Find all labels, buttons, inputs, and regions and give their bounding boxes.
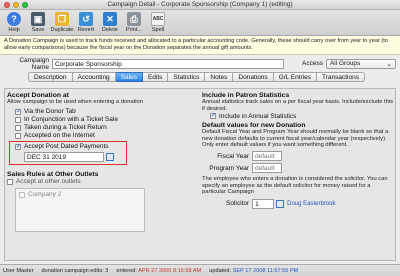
tab-accounting[interactable]: Accounting [72,72,116,82]
status-edits: donation campaign edits: 3 [41,267,109,274]
checkmark-icon: ✓ [15,108,22,115]
accept-donation-heading: Accept Donation at [7,92,69,99]
fiscal-year-label: Fiscal Year [217,152,249,160]
outlet-list: Company 2 [15,187,145,232]
via-donor-tab-checkbox[interactable]: ✓ Via the Donor Tab [15,108,155,116]
duplicate-icon: ❐ [55,12,69,26]
checkmark-icon: ✓ [15,143,22,150]
solicitor-name-link[interactable]: Doug Easterbrook [287,201,335,207]
sales-rules-heading: Sales Rules at Other Outlets [7,170,99,178]
sales-panel: Accept Donation at Allow campaign to be … [4,88,396,261]
printer-icon: ⎙ [127,12,141,26]
tab-notes[interactable]: Notes [205,72,234,82]
patron-statistics-heading: Include in Patron Statistics [202,92,290,99]
revert-icon: ↺ [79,12,93,26]
status-updated-date: SEP 17 2008 11:57:55 PM [232,267,299,274]
program-year-input[interactable] [252,163,282,174]
campaign-name-label: Campaign Name [19,56,49,71]
tab-gl-entries[interactable]: G/L Entries [273,72,317,82]
tab-sales[interactable]: Sales [115,72,143,82]
access-select[interactable]: All Groups ⌄ [325,58,396,69]
default-values-heading: Default values for new Donation [202,122,306,130]
access-label: Access [302,60,323,67]
solicitor-label: Solicitor [226,200,250,208]
default-values-subtitle: Default Fiscal Year and Program Year sho… [202,129,389,149]
fiscal-year-input[interactable] [252,151,282,162]
tab-description[interactable]: Description [28,72,73,82]
checkmark-icon: ✓ [210,113,217,120]
calendar-icon[interactable] [106,152,114,161]
patron-statistics-subtitle: Annual statistics track sales on a per f… [202,99,394,112]
internet-checkbox[interactable]: Accepted on the Internet [15,132,155,140]
ticket-sale-checkbox[interactable]: In Conjunction with a Ticket Sale [15,116,155,124]
status-entered-date: APR 27 2000 8:15:58 AM [138,267,202,274]
title-bar: Campaign Detail - Corporate Sponsorship … [0,0,400,10]
help-icon: ? [7,12,21,26]
outlet-checkbox[interactable]: Company 2 [19,191,141,199]
tab-statistics[interactable]: Statistics [168,72,206,82]
delete-button[interactable]: ✕ Delete [100,12,120,33]
spell-check-icon: ABC [151,12,165,26]
annual-statistics-checkbox[interactable]: ✓ Include in Annual Statistics [210,112,394,120]
post-dated-date-input[interactable]: DEC 31 2019 [24,151,104,162]
tab-bar: Description Accounting Sales Edits Stati… [28,72,400,82]
solicitor-input[interactable]: 1 [252,198,275,209]
program-year-label: Program Year [209,164,249,172]
tab-transactions[interactable]: Transactions [316,72,365,82]
accept-donation-subtitle: Allow campaign to be used when entering … [7,99,143,105]
duplicate-button[interactable]: ❐ Duplicate [51,12,73,33]
save-button[interactable]: ▣ Save [28,12,48,33]
status-bar: User Master donation campaign edits: 3 e… [0,264,400,276]
campaign-detail-window: Campaign Detail - Corporate Sponsorship … [0,0,400,276]
accept-other-outlets-checkbox[interactable]: Accept at other outlets [7,178,155,186]
window-title: Campaign Detail - Corporate Sponsorship … [107,1,293,8]
solicitor-lookup-icon[interactable] [276,199,285,208]
toolbar: ? Help ▣ Save ❐ Duplicate ↺ Revert ✕ Del… [0,10,400,36]
campaign-name-input[interactable]: Corporate Sponsorship [52,58,284,69]
print-button[interactable]: ⎙ Print... [124,12,144,33]
status-user: User Master [3,267,34,274]
chevron-down-icon: ⌄ [386,60,392,68]
description-banner: A Donation Campaign is used to track fun… [0,36,400,55]
ticket-return-checkbox[interactable]: Taken during a Ticket Return [15,124,155,132]
spell-button[interactable]: ABC Spell [148,12,168,33]
revert-button[interactable]: ↺ Revert [76,12,96,33]
tab-donations[interactable]: Donations [233,72,274,82]
post-dated-checkbox[interactable]: ✓ Accept Post Dated Payments [15,143,124,151]
post-dated-section: ✓ Accept Post Dated Payments DEC 31 2019 [9,140,127,165]
solicitor-subtitle: The employee who enters a donation is co… [202,175,388,196]
save-icon: ▣ [31,12,45,26]
help-button[interactable]: ? Help [4,12,24,33]
delete-icon: ✕ [103,12,117,26]
tab-edits[interactable]: Edits [142,72,169,82]
